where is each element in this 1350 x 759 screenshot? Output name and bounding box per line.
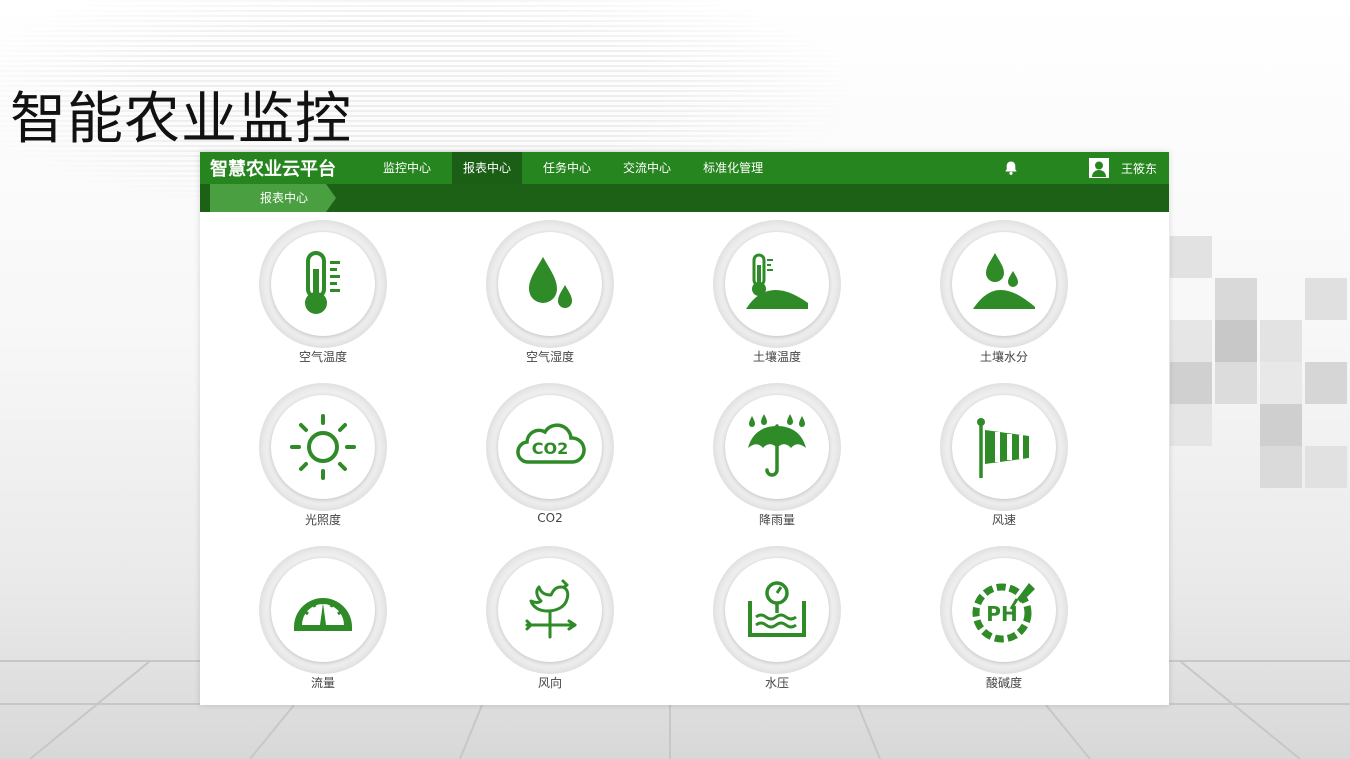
user-area: 王筱东 xyxy=(1003,152,1169,184)
breadcrumb[interactable]: 报表中心 xyxy=(210,184,336,212)
tile-flow[interactable]: 流量 xyxy=(253,538,393,698)
ph-icon: PH xyxy=(972,583,1035,643)
tile-label: 土壤温度 xyxy=(752,350,801,364)
tile-label: 土壤水分 xyxy=(979,350,1028,364)
tile-soil-moisture[interactable]: 土壤水分 xyxy=(934,212,1074,372)
tile-label: 光照度 xyxy=(304,513,341,527)
water-pressure-icon xyxy=(748,581,806,637)
tile-label: 空气温度 xyxy=(298,350,347,364)
nav-monitor-center[interactable]: 监控中心 xyxy=(372,152,442,184)
breadcrumb-bar: 报表中心 xyxy=(200,184,1169,212)
tile-water-pressure[interactable]: 水压 xyxy=(707,538,847,698)
tile-label: 风向 xyxy=(537,676,562,690)
gauge-icon xyxy=(294,598,352,631)
main-nav: 监控中心 报表中心 任务中心 交流中心 标准化管理 xyxy=(372,152,784,184)
soil-moisture-icon xyxy=(973,253,1035,309)
nav-report-center[interactable]: 报表中心 xyxy=(452,152,523,184)
sun-icon xyxy=(290,414,356,480)
nav-task-center[interactable]: 任务中心 xyxy=(532,152,602,184)
umbrella-rain-icon xyxy=(748,414,806,477)
tile-label: 流量 xyxy=(310,676,335,690)
tile-rainfall[interactable]: 降雨量 xyxy=(707,375,847,535)
tile-wind-speed[interactable]: 风速 xyxy=(934,375,1074,535)
soil-thermometer-icon xyxy=(746,253,808,309)
app-window: 智慧农业云平台 监控中心 报表中心 任务中心 交流中心 标准化管理 王筱东 报表… xyxy=(200,152,1169,705)
tile-label: 风速 xyxy=(991,513,1016,527)
nav-standardization[interactable]: 标准化管理 xyxy=(692,152,774,184)
water-drops-icon xyxy=(529,257,572,308)
username[interactable]: 王筱东 xyxy=(1121,160,1157,177)
nav-exchange-center[interactable]: 交流中心 xyxy=(612,152,682,184)
tile-ph[interactable]: PH 酸碱度 xyxy=(934,538,1074,698)
thermometer-icon xyxy=(305,251,340,314)
tile-co2[interactable]: CO2 CO2 xyxy=(480,375,620,535)
slide-title: 智能农业监控 xyxy=(10,87,352,152)
co2-cloud-icon: CO2 xyxy=(516,423,586,464)
svg-text:CO2: CO2 xyxy=(532,439,568,458)
tile-air-humidity[interactable]: 空气湿度 xyxy=(480,212,620,372)
tile-label: 酸碱度 xyxy=(985,676,1022,690)
windsock-icon xyxy=(977,418,1029,478)
brand-title: 智慧农业云平台 xyxy=(210,159,336,180)
tile-label: 空气湿度 xyxy=(525,350,574,364)
tile-label: 降雨量 xyxy=(758,513,795,527)
user-icon[interactable] xyxy=(1088,158,1109,178)
tile-illuminance[interactable]: 光照度 xyxy=(253,375,393,535)
bell-icon[interactable] xyxy=(1003,160,1019,176)
tile-soil-temperature[interactable]: 土壤温度 xyxy=(707,212,847,372)
tile-wind-direction[interactable]: 风向 xyxy=(480,538,620,698)
top-navigation-bar: 智慧农业云平台 监控中心 报表中心 任务中心 交流中心 标准化管理 王筱东 xyxy=(200,152,1169,184)
weathervane-icon xyxy=(525,579,577,639)
tile-air-temperature[interactable]: 空气温度 xyxy=(253,212,393,372)
tile-label: 水压 xyxy=(764,676,789,690)
report-tile-grid: 空气温度 空气湿度 土壤温度 土壤水分 光照度 CO2 CO2 降雨量 风速 流… xyxy=(200,212,1169,705)
tile-label: CO2 xyxy=(537,511,563,525)
